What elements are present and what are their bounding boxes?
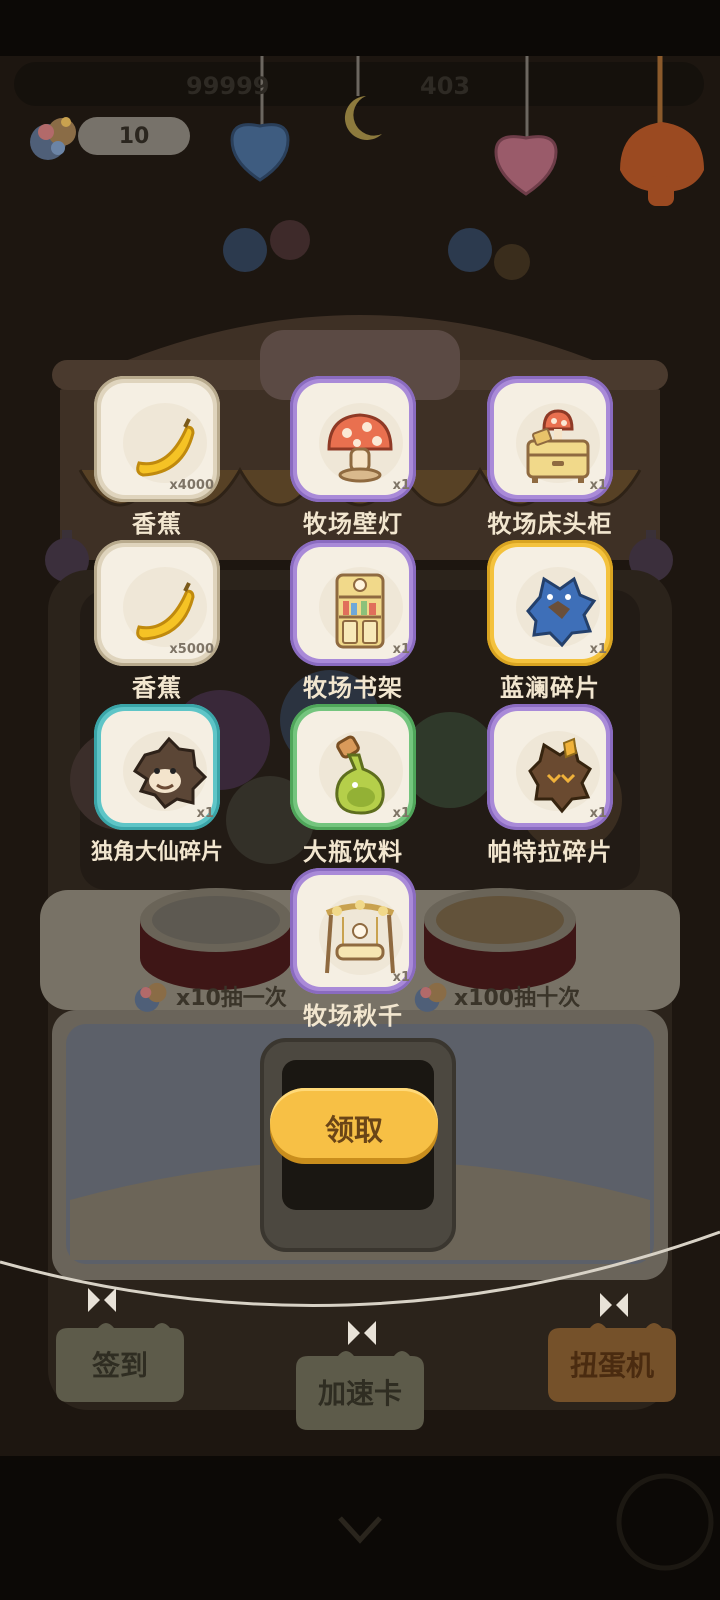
reward-qty: x1 — [589, 478, 607, 493]
reward-name: 牧场床头柜 — [487, 510, 613, 538]
reward-name: 帕特拉碎片 — [487, 838, 613, 866]
reward-tile: x1 — [290, 376, 416, 502]
reward-name: 香蕉 — [132, 510, 182, 538]
patra-fragment-icon — [528, 737, 592, 814]
reward-tile: x1 — [487, 704, 613, 830]
reward-item[interactable]: x1 大瓶饮料 — [268, 704, 438, 874]
banana-icon — [136, 418, 195, 477]
claim-button-label: 领取 — [324, 1113, 383, 1147]
reward-name: 香蕉 — [132, 674, 182, 702]
gacha-machine-button[interactable]: 扭蛋机 — [548, 1328, 676, 1394]
reward-qty: x1 — [196, 806, 214, 821]
speed-card-label: 加速卡 — [317, 1377, 402, 1410]
reward-item[interactable]: x1 帕特拉碎片 — [465, 704, 635, 874]
reward-tile: x1 — [290, 704, 416, 830]
draw-once-button[interactable]: x10抽一次 — [176, 980, 287, 1012]
banana-icon — [136, 582, 195, 641]
blue-fragment-icon — [526, 576, 597, 648]
reward-qty: x1 — [392, 478, 410, 493]
claim-button[interactable]: 领取 — [270, 1088, 438, 1158]
reward-tile: x1 — [290, 540, 416, 666]
unicorn-fragment-icon — [132, 736, 207, 809]
reward-qty: x1 — [589, 642, 607, 657]
drink-bottle-icon — [335, 735, 385, 815]
reward-item[interactable]: x1 独角大仙碎片 — [72, 704, 242, 874]
reward-name: 蓝澜碎片 — [500, 674, 600, 702]
gacha-ticket-icon — [412, 976, 452, 1016]
reward-item[interactable]: x5000 香蕉 — [72, 540, 242, 710]
gacha-ticket-icon — [26, 108, 84, 166]
reward-item[interactable]: x1 牧场壁灯 — [268, 376, 438, 546]
reward-tile: x4000 — [94, 376, 220, 502]
reward-name: 大瓶饮料 — [303, 838, 403, 866]
checkin-button[interactable]: 签到 — [56, 1328, 184, 1394]
gem-stat: 403 — [420, 72, 471, 100]
swing-icon — [325, 900, 395, 974]
reward-qty: x1 — [392, 970, 410, 985]
mushroom-lamp-icon — [327, 413, 393, 483]
reward-tile: x5000 — [94, 540, 220, 666]
speed-card-button[interactable]: 加速卡 — [296, 1356, 424, 1422]
nightstand-icon — [526, 409, 590, 483]
coin-stat: 99999 — [186, 72, 270, 100]
reward-item[interactable]: x1 牧场书架 — [268, 540, 438, 710]
reward-item[interactable]: x4000 香蕉 — [72, 376, 242, 546]
reward-name: 牧场壁灯 — [303, 510, 403, 538]
draw-ten-button[interactable]: x100抽十次 — [454, 980, 580, 1012]
reward-tile: x1 — [290, 868, 416, 994]
bookshelf-icon — [335, 573, 385, 649]
gacha-machine-label: 扭蛋机 — [569, 1349, 654, 1382]
reward-tile: x1 — [94, 704, 220, 830]
reward-name: 牧场书架 — [303, 674, 403, 702]
reward-tile: x1 — [487, 540, 613, 666]
reward-qty: x1 — [589, 806, 607, 821]
reward-qty: x4000 — [169, 478, 214, 493]
reward-name: 独角大仙碎片 — [90, 840, 223, 865]
reward-item[interactable]: x1 蓝澜碎片 — [465, 540, 635, 710]
reward-tile: x1 — [487, 376, 613, 502]
gacha-ticket-icon — [132, 976, 172, 1016]
reward-qty: x5000 — [169, 642, 214, 657]
reward-qty: x1 — [392, 806, 410, 821]
reward-item[interactable]: x1 牧场床头柜 — [465, 376, 635, 546]
ticket-count-chip: 10 — [78, 117, 190, 155]
checkin-label: 签到 — [91, 1349, 148, 1382]
ticket-count: 10 — [118, 124, 150, 149]
reward-qty: x1 — [392, 642, 410, 657]
